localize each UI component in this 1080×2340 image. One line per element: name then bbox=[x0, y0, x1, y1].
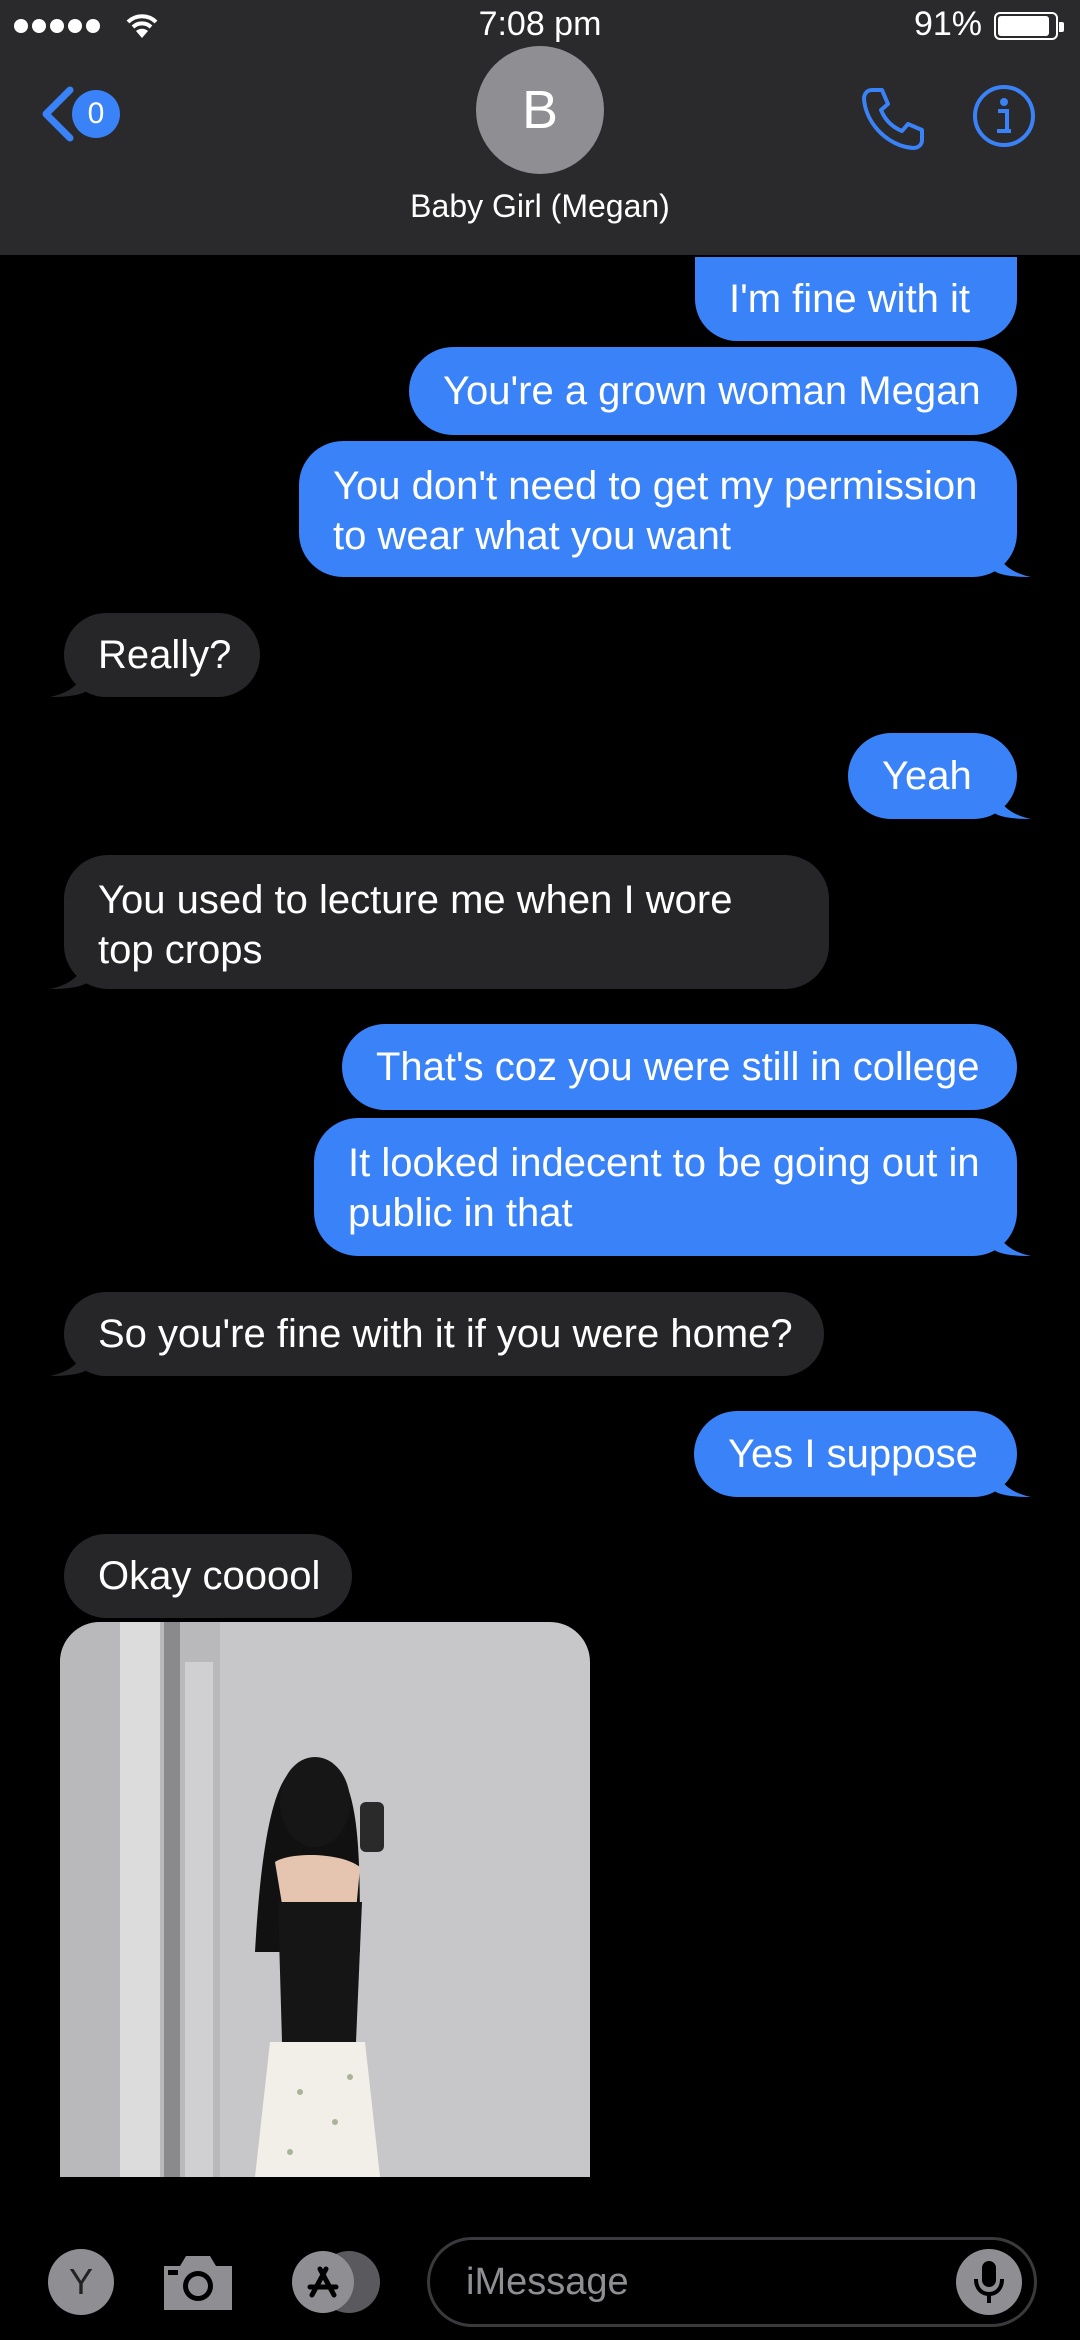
messages-screen: 7:08 pm 91% 0 B Baby Girl (Megan) I'm fi… bbox=[0, 0, 1080, 2340]
battery-icon bbox=[994, 12, 1064, 40]
received-message[interactable]: Really? bbox=[64, 613, 260, 697]
battery-percentage: 91% bbox=[913, 5, 982, 43]
sent-message[interactable]: I'm fine with it bbox=[695, 257, 1017, 341]
unread-badge: 0 bbox=[72, 90, 120, 138]
phone-icon[interactable] bbox=[858, 84, 928, 154]
sent-message[interactable]: You don't need to get my permission to w… bbox=[299, 441, 1017, 577]
contact-avatar[interactable]: B bbox=[476, 46, 604, 174]
received-message[interactable]: So you're fine with it if you were home? bbox=[64, 1292, 824, 1376]
sent-message[interactable]: That's coz you were still in college bbox=[342, 1024, 1017, 1110]
back-button[interactable]: 0 bbox=[38, 82, 138, 146]
app-drawer-y-button[interactable]: Y bbox=[48, 2249, 114, 2315]
received-message[interactable]: You used to lecture me when I wore top c… bbox=[64, 855, 829, 989]
conversation-header: 7:08 pm 91% 0 B Baby Girl (Megan) bbox=[0, 0, 1080, 255]
sent-message[interactable]: Yes I suppose bbox=[694, 1411, 1017, 1497]
contact-name[interactable]: Baby Girl (Megan) bbox=[0, 188, 1080, 225]
microphone-icon bbox=[974, 2261, 1004, 2303]
info-icon[interactable] bbox=[972, 84, 1036, 148]
camera-icon[interactable] bbox=[160, 2250, 236, 2314]
sent-message[interactable]: It looked indecent to be going out in pu… bbox=[314, 1118, 1017, 1256]
received-message[interactable]: Okay cooool bbox=[64, 1534, 352, 1618]
sent-message[interactable]: Yeah bbox=[848, 733, 1017, 819]
sent-message[interactable]: You're a grown woman Megan bbox=[409, 347, 1017, 435]
received-photo[interactable] bbox=[60, 1622, 590, 2177]
app-store-icon[interactable] bbox=[290, 2249, 382, 2315]
status-bar: 7:08 pm 91% bbox=[0, 0, 1080, 52]
microphone-button[interactable] bbox=[956, 2249, 1022, 2315]
imessage-input[interactable] bbox=[427, 2237, 1037, 2327]
